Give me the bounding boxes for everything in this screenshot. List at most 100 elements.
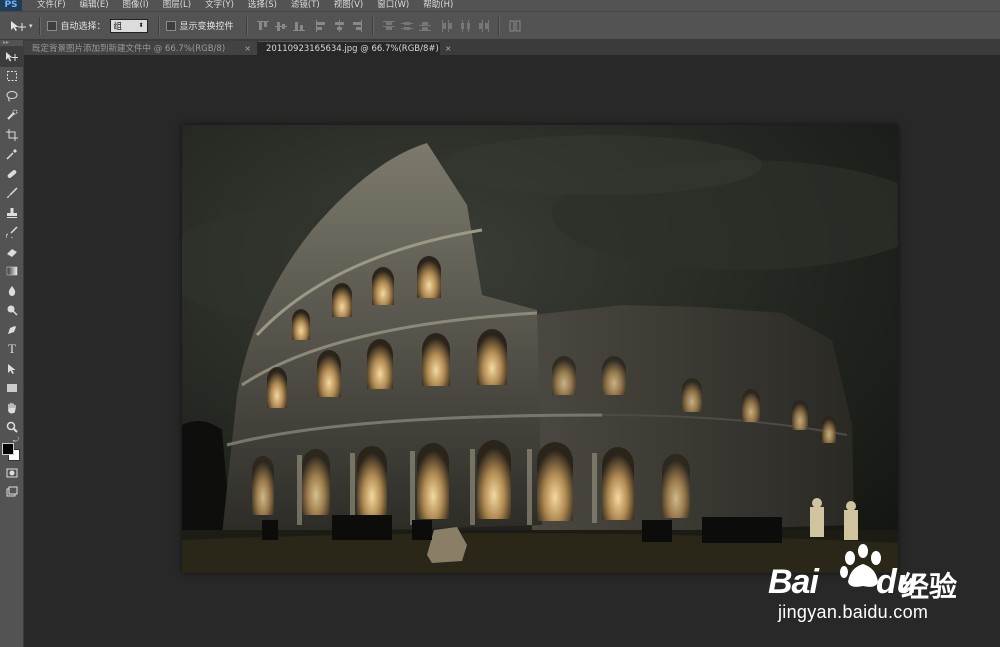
menu-bar: PS 文件(F) 编辑(E) 图像(I) 图层(L) 文字(Y) 选择(S) 滤… [0,0,1000,11]
watermark-url: jingyan.baidu.com [778,602,929,622]
lasso-tool-button[interactable] [0,86,24,106]
align-horizontal-centers-button[interactable] [332,19,346,33]
auto-select-checkbox[interactable] [46,20,57,31]
distribute-bottom-button[interactable] [418,19,432,33]
distribute-top-icon [382,20,395,30]
toolbox-panel: ▸▸ T ⤾ [0,40,24,647]
rectangle-tool-button[interactable] [0,379,24,399]
distribute-left-button[interactable] [440,19,454,33]
updown-arrow-icon: ⬍ [138,22,144,29]
distribute-right-button[interactable] [476,19,490,33]
marquee-tool-button[interactable] [0,67,24,87]
align-bottom-edges-button[interactable] [292,19,306,33]
menu-filter[interactable]: 滤镜(T) [286,0,325,11]
distribute-horizontal-centers-button[interactable] [458,19,472,33]
document-tab-active[interactable]: 20110923165634.jpg @ 66.7%(RGB/8#) × [258,41,452,55]
stamp-icon [7,207,17,218]
auto-select-dropdown[interactable]: 组 ⬍ [109,18,148,33]
move-tool-button[interactable] [0,47,24,67]
align-right-edges-icon [352,19,362,32]
type-tool-button[interactable]: T [0,340,24,360]
marquee-icon [7,71,17,82]
distribute-vertical-centers-icon [400,21,413,30]
droplet-icon [8,285,16,296]
distribute-top-button[interactable] [382,19,396,33]
distribute-bottom-icon [418,21,431,31]
crop-tool-button[interactable] [0,125,24,145]
distribute-right-icon [478,19,489,32]
dodge-icon [7,305,18,316]
bandage-icon [7,169,17,178]
menu-type[interactable]: 文字(Y) [200,0,239,11]
dodge-tool-button[interactable] [0,301,24,321]
align-vertical-centers-button[interactable] [274,19,288,33]
close-icon[interactable]: × [439,44,452,53]
auto-select-value: 组 [113,21,123,32]
align-left-edges-button[interactable] [314,19,328,33]
document-tab-bar: 既定背景图片添加到新建文件中 @ 66.7%(RGB/8) × 20110923… [24,40,1000,55]
align-right-edges-button[interactable] [350,19,364,33]
gradient-tool-button[interactable] [0,262,24,282]
menu-file[interactable]: 文件(F) [32,0,71,11]
separator [245,16,248,35]
menu-image[interactable]: 图像(I) [118,0,154,11]
move-tool-icon [11,20,26,31]
blur-tool-button[interactable] [0,281,24,301]
path-selection-icon [8,363,16,374]
watermark-brand-cn: 经验 [901,570,958,603]
tab-label: 既定背景图片添加到新建文件中 @ 66.7%(RGB/8) [32,44,226,54]
align-left-edges-icon [315,19,325,32]
menu-layer[interactable]: 图层(L) [158,0,196,11]
align-top-edges-button[interactable] [256,19,270,33]
screen-mode-icon [6,486,18,497]
distribute-horizontal-centers-icon [460,19,470,32]
pen-tool-button[interactable] [0,320,24,340]
auto-align-layers-button[interactable] [508,19,522,33]
zoom-tool-button[interactable] [0,418,24,438]
panel-grip-icon[interactable]: ▸▸ [0,40,23,47]
document-canvas[interactable] [182,125,898,573]
hand-tool-button[interactable] [0,398,24,418]
brush-tool-button[interactable] [0,184,24,204]
eyedropper-tool-button[interactable] [0,145,24,165]
colosseum-photo [182,125,898,573]
magnifier-icon [6,422,18,433]
brush-icon [7,187,18,199]
menu-help[interactable]: 帮助(H) [418,0,458,11]
menu-window[interactable]: 窗口(W) [372,0,414,11]
tab-label: 20110923165634.jpg @ 66.7%(RGB/8#) [266,43,439,54]
history-brush-tool-button[interactable] [0,223,24,243]
show-transform-checkbox[interactable] [165,20,176,31]
screen-mode-button[interactable] [0,483,24,503]
separator [371,16,374,35]
pen-icon [8,325,16,334]
align-vertical-centers-icon [274,21,287,31]
auto-align-layers-icon [509,20,521,31]
menu-select[interactable]: 选择(S) [243,0,282,11]
menu-view[interactable]: 视图(V) [329,0,368,11]
hand-icon [8,402,16,414]
distribute-vertical-centers-button[interactable] [400,19,414,33]
eyedropper-icon [6,149,17,160]
quick-selection-tool-button[interactable] [0,106,24,126]
lasso-icon [6,90,18,102]
eraser-tool-button[interactable] [0,242,24,262]
align-top-edges-icon [256,20,269,30]
gradient-icon [6,267,18,276]
swap-colors-icon[interactable]: ⤾ [13,436,19,445]
document-tab[interactable]: 既定背景图片添加到新建文件中 @ 66.7%(RGB/8) × [24,41,258,55]
tool-preset-picker[interactable]: ▾ [10,20,33,32]
clone-stamp-tool-button[interactable] [0,203,24,223]
separator [497,16,500,35]
type-icon: T [8,341,16,357]
watermark-brand-left: Bai [768,563,819,601]
path-selection-tool-button[interactable] [0,359,24,379]
quick-mask-icon [6,468,18,478]
align-horizontal-centers-icon [334,19,344,32]
options-bar: ▾ 自动选择： 组 ⬍ 显示变换控件 [0,11,1000,40]
spot-healing-tool-button[interactable] [0,164,24,184]
align-bottom-edges-icon [292,21,305,31]
close-icon[interactable]: × [238,44,251,53]
menu-edit[interactable]: 编辑(E) [75,0,114,11]
quick-mask-button[interactable] [0,463,24,483]
